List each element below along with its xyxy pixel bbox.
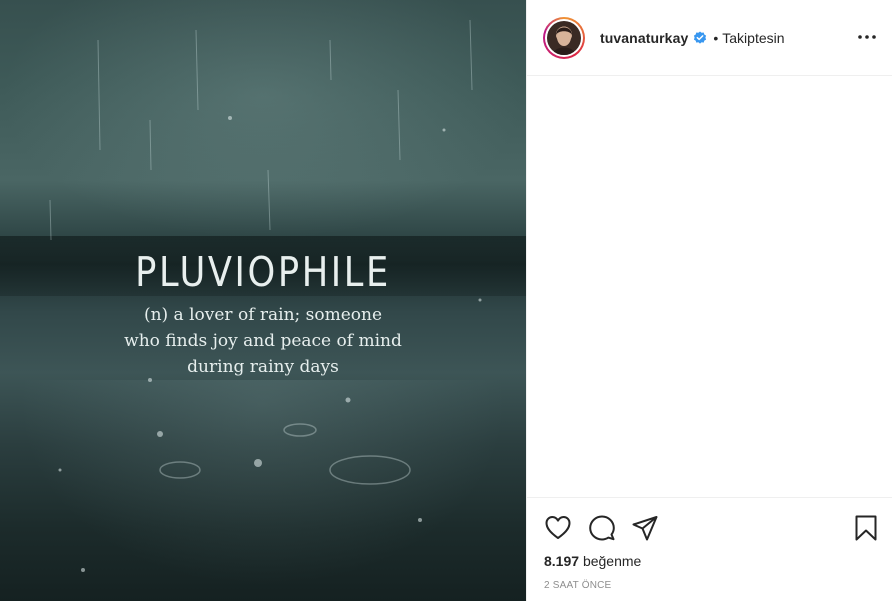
image-definition-text: (n) a lover of rain; someone who finds j…: [100, 302, 426, 380]
verified-badge-icon: [693, 31, 707, 45]
post-header: tuvanaturkay • Takiptesin: [527, 0, 892, 76]
likes-count[interactable]: 8.197 beğenme: [544, 553, 641, 569]
avatar-face-icon: [553, 27, 575, 55]
rain-streaks: [49, 19, 482, 572]
comments-area: [527, 77, 892, 497]
post-sidebar: tuvanaturkay • Takiptesin 8.197 beğenme …: [526, 0, 892, 601]
likes-number: 8.197: [544, 553, 580, 569]
more-options-icon[interactable]: [857, 27, 877, 47]
definition-line: (n) a lover of rain; someone: [143, 305, 383, 325]
following-button[interactable]: Takiptesin: [722, 30, 784, 46]
paper-plane-icon[interactable]: [631, 514, 659, 542]
post-modal: PLUVIOPHILE (n) a lover of rain; someone…: [0, 0, 892, 601]
comment-icon[interactable]: [588, 514, 616, 542]
likes-word: beğenme: [582, 553, 642, 569]
post-image[interactable]: PLUVIOPHILE (n) a lover of rain; someone…: [0, 0, 526, 601]
image-title-text: PLUVIOPHILE: [135, 248, 391, 296]
heart-icon[interactable]: [544, 514, 572, 542]
avatar-border: [545, 18, 583, 57]
definition-line: who finds joy and peace of mind: [124, 331, 402, 351]
post-timestamp[interactable]: 2 saat önce: [544, 580, 611, 591]
username-link[interactable]: tuvanaturkay: [600, 30, 688, 46]
bookmark-icon[interactable]: [852, 514, 880, 542]
avatar[interactable]: [547, 20, 581, 55]
avatar-story-ring[interactable]: [543, 16, 585, 59]
separator-dot: •: [713, 29, 719, 46]
post-actions: 8.197 beğenme 2 saat önce: [527, 497, 892, 601]
definition-line: during rainy days: [187, 357, 339, 377]
